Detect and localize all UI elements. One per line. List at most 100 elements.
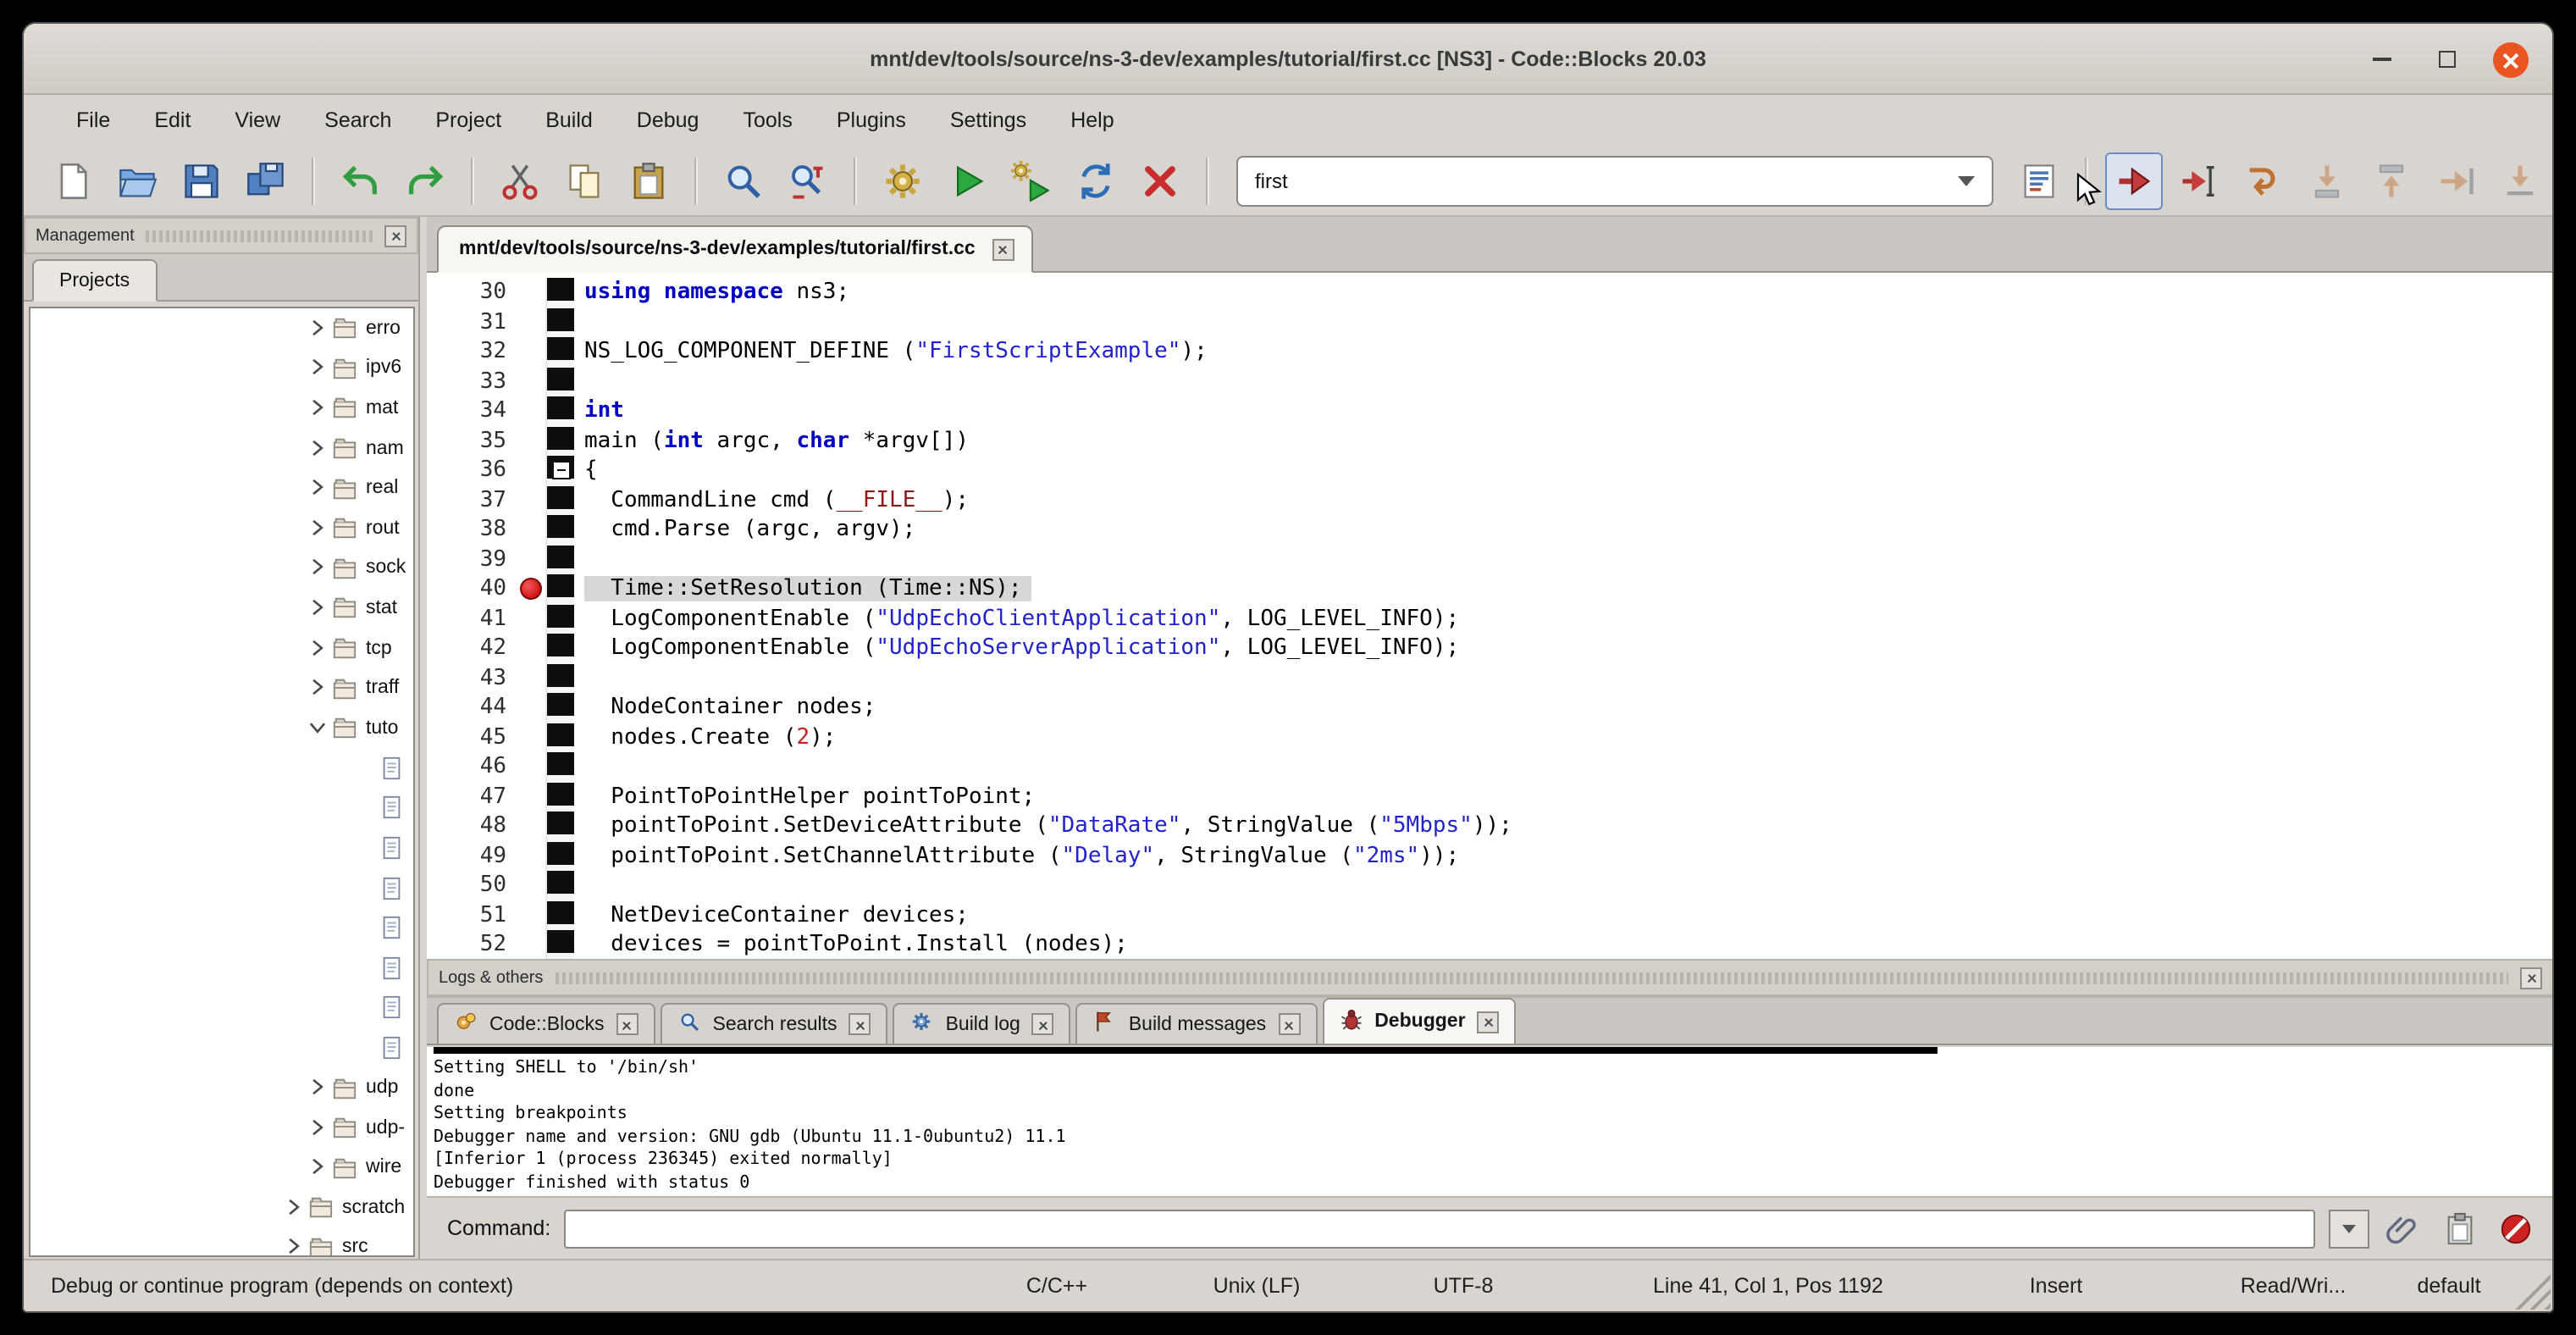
code-line[interactable]: 45 nodes.Create (2); <box>427 723 2554 752</box>
code-line[interactable]: 36{ <box>427 456 2554 485</box>
tree-item-scratch[interactable]: scratch <box>30 1188 413 1227</box>
breakpoint-margin[interactable] <box>518 545 545 574</box>
tree-item-src[interactable]: src <box>30 1227 413 1257</box>
code-line[interactable]: 37 CommandLine cmd (__FILE__); <box>427 485 2554 515</box>
new-file-button[interactable] <box>44 152 102 209</box>
tree-item-se[interactable]: se <box>30 948 413 988</box>
line-number[interactable]: 39 <box>427 547 518 573</box>
paste-button[interactable] <box>620 152 677 209</box>
tree-item-erro[interactable]: erro <box>30 308 413 348</box>
step-out-button[interactable] <box>2363 152 2420 209</box>
line-number[interactable]: 31 <box>427 310 518 335</box>
build-and-run-button[interactable] <box>1003 152 1060 209</box>
breakpoint-icon[interactable] <box>520 578 542 600</box>
line-number[interactable]: 37 <box>427 488 518 513</box>
code-line[interactable]: 44 NodeContainer nodes; <box>427 693 2554 723</box>
breakpoint-margin[interactable] <box>518 930 545 959</box>
close-icon[interactable] <box>1032 1013 1054 1035</box>
line-number[interactable]: 44 <box>427 695 518 721</box>
logs-tab-build-log[interactable]: Build log <box>893 1003 1071 1044</box>
line-number[interactable]: 51 <box>427 903 518 928</box>
breakpoint-margin[interactable] <box>518 812 545 841</box>
chevron-right-icon[interactable] <box>307 636 330 660</box>
chevron-right-icon[interactable] <box>283 1196 307 1220</box>
code-line[interactable]: 33 <box>427 367 2554 396</box>
breakpoint-margin[interactable] <box>518 723 545 752</box>
rebuild-button[interactable] <box>1067 152 1125 209</box>
code-line[interactable]: 38 cmd.Parse (argc, argv); <box>427 515 2554 545</box>
breakpoint-margin[interactable] <box>518 693 545 723</box>
chevron-right-icon[interactable] <box>307 557 330 580</box>
abort-build-button[interactable] <box>1131 152 1189 209</box>
line-number[interactable]: 50 <box>427 873 518 899</box>
line-number[interactable]: 30 <box>427 280 518 306</box>
breakpoint-margin[interactable] <box>518 752 545 782</box>
line-number[interactable]: 33 <box>427 369 518 395</box>
line-number[interactable]: 42 <box>427 636 518 662</box>
code-line[interactable]: 40 Time::SetResolution (Time::NS); <box>427 574 2554 604</box>
code-line[interactable]: 48 pointToPoint.SetDeviceAttribute ("Dat… <box>427 812 2554 841</box>
breakpoint-margin[interactable] <box>518 782 545 812</box>
close-icon[interactable] <box>616 1013 638 1035</box>
management-caption-bar[interactable]: Management <box>24 217 418 254</box>
logs-caption-bar[interactable]: Logs & others <box>427 959 2554 996</box>
code-line[interactable]: 46 <box>427 752 2554 782</box>
debugger-output[interactable]: Setting SHELL to '/bin/sh'doneSetting br… <box>427 1047 2554 1198</box>
tree-item-ipv6[interactable]: ipv6 <box>30 348 413 388</box>
menu-item-file[interactable]: File <box>54 100 132 141</box>
tree-item-fo[interactable]: fo <box>30 828 413 867</box>
line-number[interactable]: 32 <box>427 340 518 365</box>
code-line[interactable]: 30using namespace ns3; <box>427 278 2554 307</box>
code-line[interactable]: 32NS_LOG_COMPONENT_DEFINE ("FirstScriptE… <box>427 337 2554 367</box>
next-line-button[interactable] <box>2234 152 2291 209</box>
tree-item-fir[interactable]: fir <box>30 788 413 828</box>
fold-marker-icon[interactable] <box>551 461 570 479</box>
tree-item-sock[interactable]: sock <box>30 548 413 588</box>
cut-button[interactable] <box>491 152 549 209</box>
link-icon[interactable] <box>2383 1207 2425 1249</box>
menu-item-debug[interactable]: Debug <box>615 100 721 141</box>
tree-item-udp[interactable]: udp <box>30 1068 413 1108</box>
code-line[interactable]: 35main (int argc, char *argv[]) <box>427 426 2554 456</box>
code-line[interactable]: 42 LogComponentEnable ("UdpEchoServerApp… <box>427 634 2554 663</box>
close-icon[interactable] <box>849 1013 871 1035</box>
tree-item-mat[interactable]: mat <box>30 388 413 428</box>
breakpoint-margin[interactable] <box>518 485 545 515</box>
line-number[interactable]: 41 <box>427 607 518 632</box>
breakpoint-margin[interactable] <box>518 426 545 456</box>
copy-button[interactable] <box>556 152 613 209</box>
logs-tab-debugger[interactable]: Debugger <box>1322 998 1516 1044</box>
breakpoint-margin[interactable] <box>518 307 545 337</box>
breakpoint-margin[interactable] <box>518 663 545 693</box>
breakpoint-margin[interactable] <box>518 515 545 545</box>
save-all-button[interactable] <box>237 152 295 209</box>
replace-button[interactable] <box>779 152 837 209</box>
breakpoint-margin[interactable] <box>518 574 545 604</box>
line-number[interactable]: 52 <box>427 933 518 958</box>
chevron-right-icon[interactable] <box>307 1116 330 1139</box>
menu-item-project[interactable]: Project <box>413 100 523 141</box>
code-line[interactable]: 51 NetDeviceContainer devices; <box>427 900 2554 930</box>
chevron-right-icon[interactable] <box>307 676 330 700</box>
redo-button[interactable] <box>396 152 454 209</box>
step-into-button[interactable] <box>2298 152 2356 209</box>
tree-item-real[interactable]: real <box>30 468 413 508</box>
title-bar[interactable]: mnt/dev/tools/source/ns-3-dev/examples/t… <box>24 24 2552 95</box>
close-button[interactable] <box>2493 42 2529 77</box>
breakpoint-margin[interactable] <box>518 604 545 634</box>
chevron-right-icon[interactable] <box>307 396 330 420</box>
tree-item-traff[interactable]: traff <box>30 668 413 708</box>
chevron-right-icon[interactable] <box>307 357 330 380</box>
line-number[interactable]: 46 <box>427 755 518 780</box>
chevron-right-icon[interactable] <box>283 1236 307 1257</box>
tree-item-se[interactable]: se <box>30 908 413 948</box>
code-line[interactable]: 43 <box>427 663 2554 693</box>
tree-item-tuto[interactable]: tuto <box>30 708 413 748</box>
line-number[interactable]: 49 <box>427 844 518 869</box>
chevron-right-icon[interactable] <box>307 317 330 341</box>
tree-item-nam[interactable]: nam <box>30 429 413 468</box>
minimize-button[interactable] <box>2364 42 2400 77</box>
breakpoint-margin[interactable] <box>518 841 545 871</box>
step-into-instruction-button[interactable] <box>2491 152 2549 209</box>
line-number[interactable]: 48 <box>427 814 518 839</box>
